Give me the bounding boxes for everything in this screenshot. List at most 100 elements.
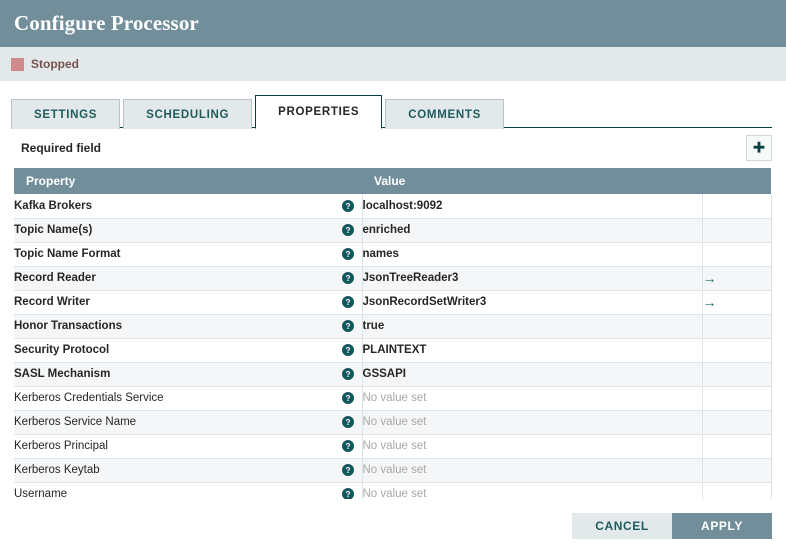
svg-text:?: ? — [345, 370, 350, 379]
property-name: SASL Mechanism — [14, 367, 111, 380]
property-action-cell — [702, 410, 772, 435]
help-circle-icon[interactable]: ? — [341, 296, 354, 308]
table-row[interactable]: Honor Transactions? true — [14, 314, 772, 339]
property-value-placeholder: No value set — [362, 488, 427, 499]
help-circle-icon[interactable]: ? — [341, 416, 354, 428]
tab-properties[interactable]: PROPERTIES — [255, 95, 383, 129]
property-value-cell[interactable]: No value set — [362, 482, 703, 499]
cancel-button[interactable]: CANCEL — [572, 512, 672, 539]
help-circle-icon[interactable]: ? — [341, 320, 354, 332]
svg-text:?: ? — [345, 394, 350, 403]
property-name: Honor Transactions — [14, 319, 122, 332]
column-header-property: Property — [14, 168, 362, 194]
configure-processor-dialog: Configure Processor Stopped SETTINGS SCHE… — [0, 0, 786, 549]
property-action-cell — [702, 458, 772, 483]
property-name: Kerberos Keytab — [14, 463, 100, 476]
property-name-cell: Topic Name Format? — [14, 242, 363, 267]
property-name-cell: Kerberos Keytab? — [14, 458, 363, 483]
table-row[interactable]: Record Writer? JsonRecordSetWriter3 → — [14, 290, 772, 315]
help-circle-icon[interactable]: ? — [341, 368, 354, 380]
property-value-placeholder: No value set — [362, 392, 427, 404]
property-value-cell[interactable]: JsonRecordSetWriter3 — [362, 290, 703, 315]
svg-text:?: ? — [345, 250, 350, 259]
table-row[interactable]: Kerberos Keytab? No value set — [14, 458, 772, 483]
table-row[interactable]: Kafka Brokers? localhost:9092 — [14, 194, 772, 219]
properties-table-body: Kafka Brokers? localhost:9092 Topic Name(s… — [14, 194, 772, 499]
property-value-cell[interactable]: names — [362, 242, 703, 267]
property-action-cell — [702, 362, 772, 387]
dialog-title: Configure Processor — [14, 11, 199, 35]
table-row[interactable]: Kerberos Credentials Service? No value se… — [14, 386, 772, 411]
arrow-right-icon[interactable]: → — [703, 294, 717, 310]
help-circle-icon[interactable]: ? — [341, 488, 354, 499]
property-value-cell[interactable]: enriched — [362, 218, 703, 243]
status-swatch-icon — [11, 57, 24, 71]
property-value-cell[interactable]: PLAINTEXT — [362, 338, 703, 363]
table-row[interactable]: Topic Name(s)? enriched — [14, 218, 772, 243]
apply-button[interactable]: APPLY — [672, 512, 772, 539]
help-circle-icon[interactable]: ? — [341, 199, 354, 212]
property-value: names — [362, 248, 399, 260]
property-action-cell: → — [702, 290, 772, 315]
tab-settings[interactable]: SETTINGS — [11, 99, 121, 129]
property-name-cell: Security Protocol? — [14, 338, 363, 363]
table-row[interactable]: Kerberos Principal? No value set — [14, 434, 772, 459]
tab-comments[interactable]: COMMENTS — [385, 99, 504, 129]
arrow-right-icon[interactable]: → — [703, 270, 717, 286]
property-value: localhost:9092 — [362, 199, 443, 212]
property-value: JsonRecordSetWriter3 — [362, 296, 487, 308]
property-value-cell[interactable]: GSSAPI — [362, 362, 703, 387]
tab-scheduling[interactable]: SCHEDULING — [123, 99, 253, 129]
table-row[interactable]: SASL Mechanism? GSSAPI — [14, 362, 772, 387]
table-row[interactable]: Topic Name Format? names — [14, 242, 772, 267]
dialog-footer: CANCEL APPLY — [0, 502, 786, 549]
svg-text:?: ? — [345, 322, 350, 331]
property-action-cell — [702, 314, 772, 339]
table-row[interactable]: Username? No value set — [14, 482, 772, 499]
property-value: true — [362, 320, 385, 332]
svg-text:?: ? — [345, 298, 350, 307]
table-row[interactable]: Security Protocol? PLAINTEXT — [14, 338, 772, 363]
property-name-cell: Record Reader? — [14, 266, 363, 291]
help-circle-icon[interactable]: ? — [341, 224, 354, 236]
property-action-cell — [702, 386, 772, 411]
help-circle-icon[interactable]: ? — [341, 392, 354, 404]
property-value: GSSAPI — [362, 368, 406, 380]
property-value-cell[interactable]: JsonTreeReader3 — [362, 266, 703, 291]
add-property-button[interactable] — [746, 135, 772, 161]
property-name-cell: Topic Name(s)? — [14, 218, 363, 243]
help-circle-icon[interactable]: ? — [341, 464, 354, 476]
property-name-cell: Honor Transactions? — [14, 314, 363, 339]
help-circle-icon[interactable]: ? — [341, 344, 354, 356]
property-value-cell[interactable]: localhost:9092 — [362, 194, 703, 219]
property-name: Security Protocol — [14, 343, 110, 356]
property-name-cell: Kerberos Credentials Service? — [14, 386, 363, 411]
property-name-cell: SASL Mechanism? — [14, 362, 363, 387]
status-label: Stopped — [31, 57, 79, 71]
table-row[interactable]: Record Reader? JsonTreeReader3 → — [14, 266, 772, 291]
property-action-cell: → — [702, 266, 772, 291]
property-value-cell[interactable]: No value set — [362, 410, 703, 435]
svg-text:?: ? — [345, 274, 350, 283]
property-name: Record Reader — [14, 271, 96, 284]
help-circle-icon[interactable]: ? — [341, 272, 354, 284]
property-name: Kerberos Principal — [14, 439, 108, 452]
help-circle-icon[interactable]: ? — [341, 248, 354, 260]
property-name-cell: Kafka Brokers? — [14, 194, 363, 219]
property-name: Kerberos Credentials Service — [14, 391, 164, 404]
table-row[interactable]: Kerberos Service Name? No value set — [14, 410, 772, 435]
properties-table-scroll[interactable]: Property Value Kafka Brokers? localhost:9… — [14, 168, 772, 499]
properties-table: Property Value Kafka Brokers? localhost:9… — [14, 168, 772, 499]
svg-text:?: ? — [345, 490, 350, 499]
property-value-cell[interactable]: true — [362, 314, 703, 339]
svg-text:?: ? — [345, 226, 350, 235]
table-header-row: Property Value — [14, 168, 771, 194]
property-value-cell[interactable]: No value set — [362, 386, 703, 411]
properties-toolbar: Required field — [0, 128, 786, 168]
property-value-cell[interactable]: No value set — [362, 458, 703, 483]
svg-text:?: ? — [345, 442, 350, 451]
help-circle-icon[interactable]: ? — [341, 440, 354, 452]
property-value-cell[interactable]: No value set — [362, 434, 703, 459]
property-value-placeholder: No value set — [362, 464, 427, 476]
property-name: Username — [14, 487, 68, 499]
